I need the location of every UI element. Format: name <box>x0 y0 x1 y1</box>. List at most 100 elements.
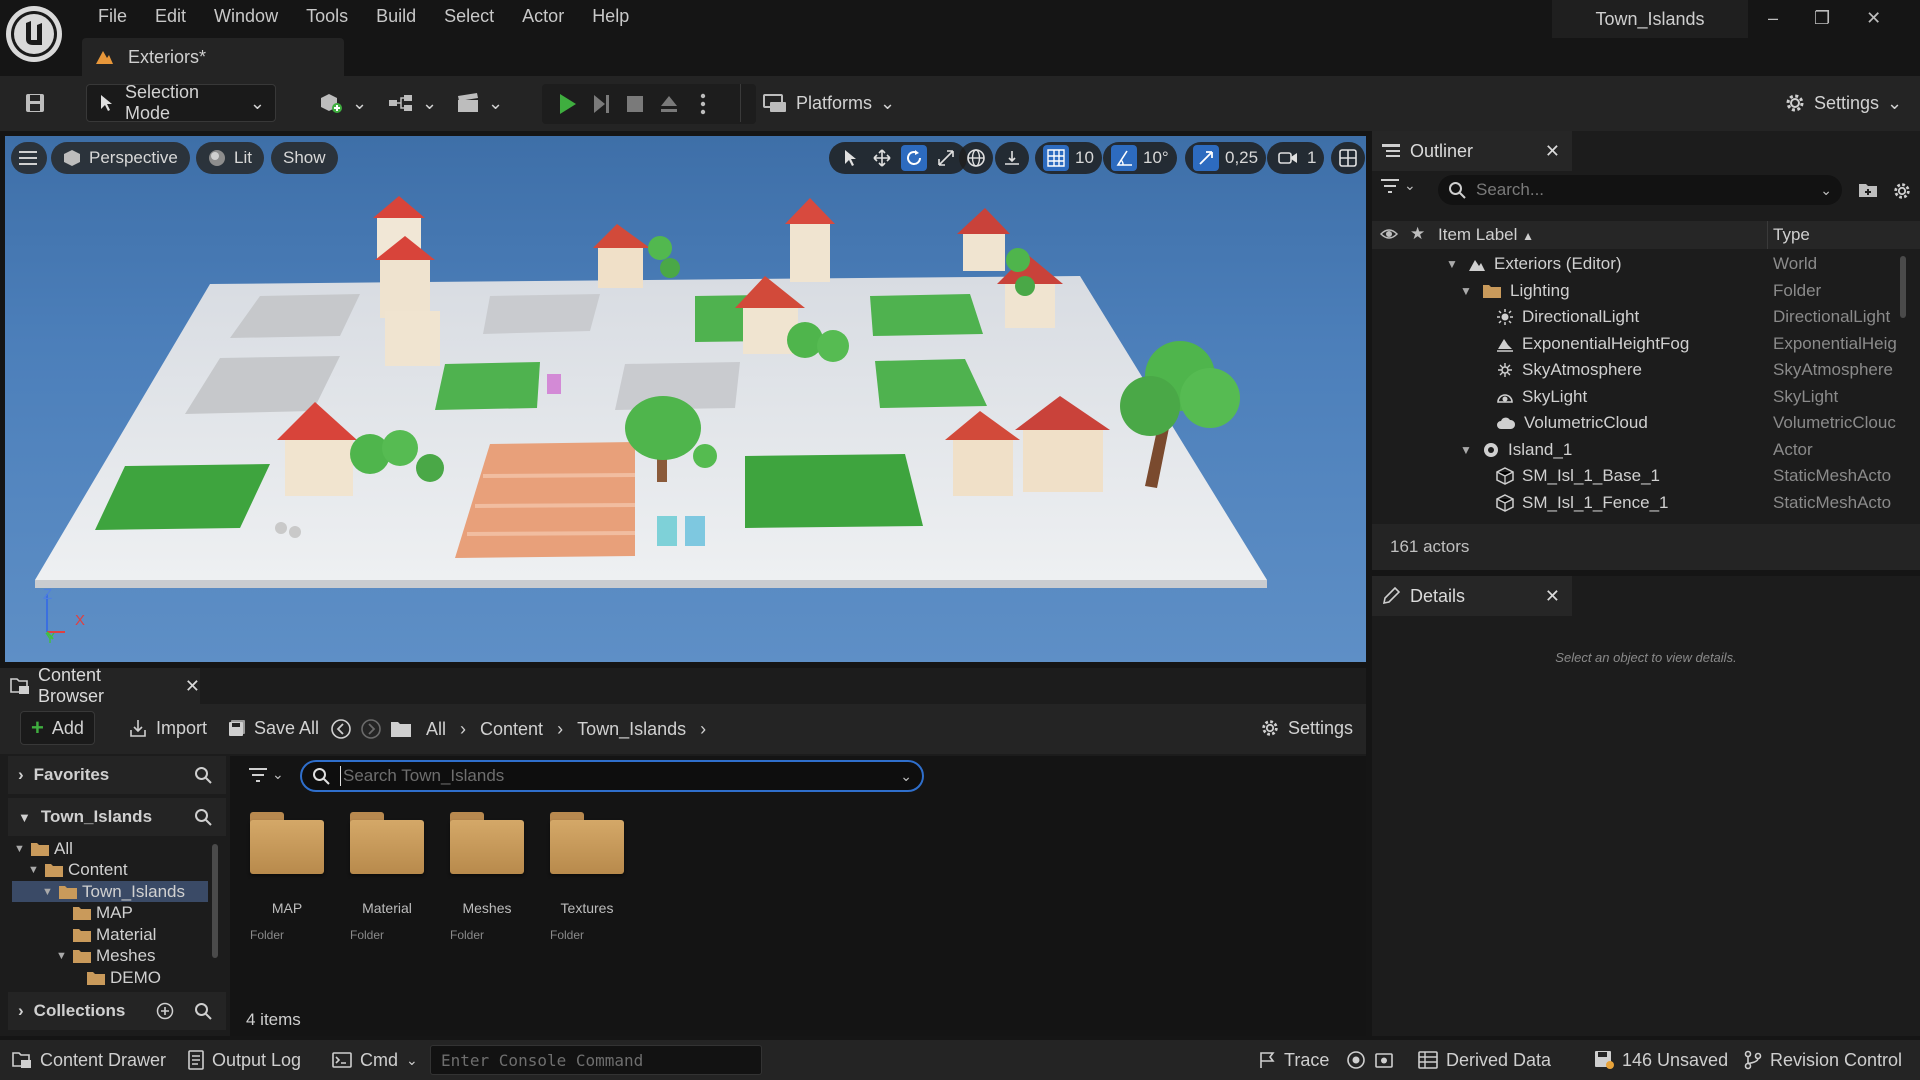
history-back-icon[interactable] <box>330 718 352 740</box>
outliner-row[interactable]: ▼ Exteriors (Editor) World <box>1372 251 1920 277</box>
favorites-section[interactable]: › Favorites <box>8 756 226 794</box>
folder-tree-item[interactable]: MAP <box>12 903 208 924</box>
console-command-input[interactable]: Enter Console Command <box>430 1045 762 1075</box>
outliner-row[interactable]: SM_Isl_1_Fence_1 StaticMeshActo <box>1372 490 1920 516</box>
search-icon[interactable] <box>194 1002 212 1020</box>
folder-tree-scrollbar[interactable] <box>212 844 218 958</box>
menu-actor[interactable]: Actor <box>508 4 578 32</box>
output-log-button[interactable]: Output Log <box>188 1040 301 1080</box>
eye-icon[interactable] <box>1380 226 1398 242</box>
folder-tree-item[interactable]: ▼ All <box>12 838 208 859</box>
unreal-logo-icon[interactable] <box>6 6 62 62</box>
outliner-row[interactable]: DirectionalLight DirectionalLight <box>1372 304 1920 330</box>
advance-frame-icon[interactable] <box>584 93 618 115</box>
chevron-down-icon[interactable]: ▼ <box>1460 284 1474 298</box>
breadcrumb-town-islands[interactable]: Town_Islands <box>577 719 686 740</box>
scale-snap-group[interactable]: 0,25 <box>1185 142 1267 174</box>
save-all-button[interactable]: Save All <box>218 711 329 745</box>
rotation-snap-group[interactable]: 10° <box>1103 142 1177 174</box>
asset-search-box[interactable]: Search Town_Islands ⌄ <box>300 760 924 792</box>
menu-tools[interactable]: Tools <box>292 4 362 32</box>
perspective-button[interactable]: Perspective <box>51 142 190 174</box>
folder-tree-item[interactable]: ▼ Meshes <box>12 946 208 967</box>
trace-record-icon[interactable] <box>1346 1040 1366 1080</box>
camera-speed-group[interactable]: 1 <box>1267 142 1325 174</box>
folder-tree-item[interactable]: ▼ Content <box>12 860 208 881</box>
breadcrumb-all[interactable]: All <box>426 719 446 740</box>
menu-edit[interactable]: Edit <box>141 4 200 32</box>
asset-tile[interactable]: Material Folder <box>350 812 424 942</box>
asset-tile[interactable]: Meshes Folder <box>450 812 524 942</box>
import-button[interactable]: Import <box>118 711 217 745</box>
folder-tree-item[interactable]: Material <box>12 924 208 945</box>
outliner-filter-button[interactable]: ⌄ <box>1380 177 1416 194</box>
collections-section[interactable]: › Collections <box>8 992 226 1030</box>
chevron-down-icon[interactable]: ▼ <box>1460 443 1474 457</box>
add-button[interactable]: + Add <box>20 711 95 745</box>
chevron-down-icon[interactable]: ▼ <box>14 843 26 855</box>
grid-snap-group[interactable]: 10 <box>1035 142 1102 174</box>
restore-icon[interactable]: ❐ <box>1814 8 1830 29</box>
menu-select[interactable]: Select <box>430 4 508 32</box>
content-browser-tab[interactable]: Content Browser ✕ <box>0 665 200 706</box>
outliner-row[interactable]: ExponentialHeightFog ExponentialHeig <box>1372 331 1920 357</box>
selection-mode-dropdown[interactable]: Selection Mode ⌄ <box>86 82 276 123</box>
scale-icon[interactable] <box>933 145 959 171</box>
trace-button[interactable]: Trace <box>1258 1040 1329 1080</box>
more-options-icon[interactable] <box>686 93 720 115</box>
chevron-down-icon[interactable]: ▼ <box>28 864 40 876</box>
column-type[interactable]: Type <box>1773 225 1810 245</box>
surface-snap-button[interactable] <box>995 142 1029 174</box>
outliner-row[interactable]: VolumetricCloud VolumetricClouc <box>1372 410 1920 436</box>
cinematics-button[interactable]: ⌄ <box>446 84 513 122</box>
chevron-right-icon[interactable]: › <box>700 719 706 740</box>
menu-build[interactable]: Build <box>362 4 430 32</box>
folder-tree-item[interactable]: DEMO <box>12 967 208 988</box>
revision-control-button[interactable]: Revision Control <box>1744 1040 1902 1080</box>
outliner-scrollbar[interactable] <box>1900 256 1906 318</box>
play-icon[interactable] <box>550 93 584 115</box>
platforms-dropdown[interactable]: Platforms ⌄ <box>752 84 905 122</box>
menu-help[interactable]: Help <box>578 4 643 32</box>
blueprint-button[interactable]: ⌄ <box>378 84 447 122</box>
minimize-icon[interactable]: – <box>1768 8 1778 29</box>
outliner-row[interactable]: SkyLight SkyLight <box>1372 384 1920 410</box>
add-collection-icon[interactable] <box>156 1002 174 1020</box>
details-tab[interactable]: Details ✕ <box>1372 576 1572 616</box>
show-button[interactable]: Show <box>271 142 338 174</box>
rotate-icon[interactable] <box>901 145 927 171</box>
level-viewport[interactable]: Z X Y Perspective Lit Show 10 10° 0,25 1 <box>5 136 1366 662</box>
content-settings-button[interactable]: Settings <box>1250 711 1363 745</box>
select-cursor-icon[interactable] <box>837 145 863 171</box>
close-icon[interactable]: ✕ <box>185 676 200 697</box>
asset-tile[interactable]: Textures Folder <box>550 812 624 942</box>
close-icon[interactable]: ✕ <box>1545 141 1560 162</box>
coordinate-system-button[interactable] <box>959 142 993 174</box>
add-actor-button[interactable]: ⌄ <box>308 84 377 122</box>
search-icon[interactable] <box>194 766 212 784</box>
eject-icon[interactable] <box>652 94 686 114</box>
folder-tree-item[interactable]: ▼ Town_Islands <box>12 881 208 902</box>
chevron-down-icon[interactable]: ▼ <box>1446 257 1460 271</box>
breadcrumb-content[interactable]: Content <box>480 719 543 740</box>
translate-icon[interactable] <box>869 145 895 171</box>
gear-icon[interactable] <box>1892 181 1912 201</box>
chevron-down-icon[interactable]: ▼ <box>56 950 68 962</box>
chevron-right-icon[interactable]: › <box>557 719 563 740</box>
viewport-layout-button[interactable] <box>1331 142 1365 174</box>
chevron-right-icon[interactable]: › <box>460 719 466 740</box>
search-icon[interactable] <box>194 808 212 826</box>
asset-tile[interactable]: MAP Folder <box>250 812 324 942</box>
chevron-down-icon[interactable]: ▼ <box>42 886 54 898</box>
menu-window[interactable]: Window <box>200 4 292 32</box>
content-drawer-button[interactable]: Content Drawer <box>12 1040 166 1080</box>
outliner-row[interactable]: ▼ Lighting Folder <box>1372 278 1920 304</box>
stop-icon[interactable] <box>618 95 652 113</box>
close-icon[interactable]: ✕ <box>1866 8 1881 29</box>
add-folder-icon[interactable] <box>1858 181 1878 199</box>
save-level-button[interactable] <box>14 84 56 122</box>
star-icon[interactable]: ★ <box>1410 224 1425 244</box>
lit-button[interactable]: Lit <box>196 142 264 174</box>
outliner-search-box[interactable]: Search... ⌄ <box>1438 175 1842 205</box>
column-item-label[interactable]: Item Label ▲ <box>1438 225 1534 245</box>
